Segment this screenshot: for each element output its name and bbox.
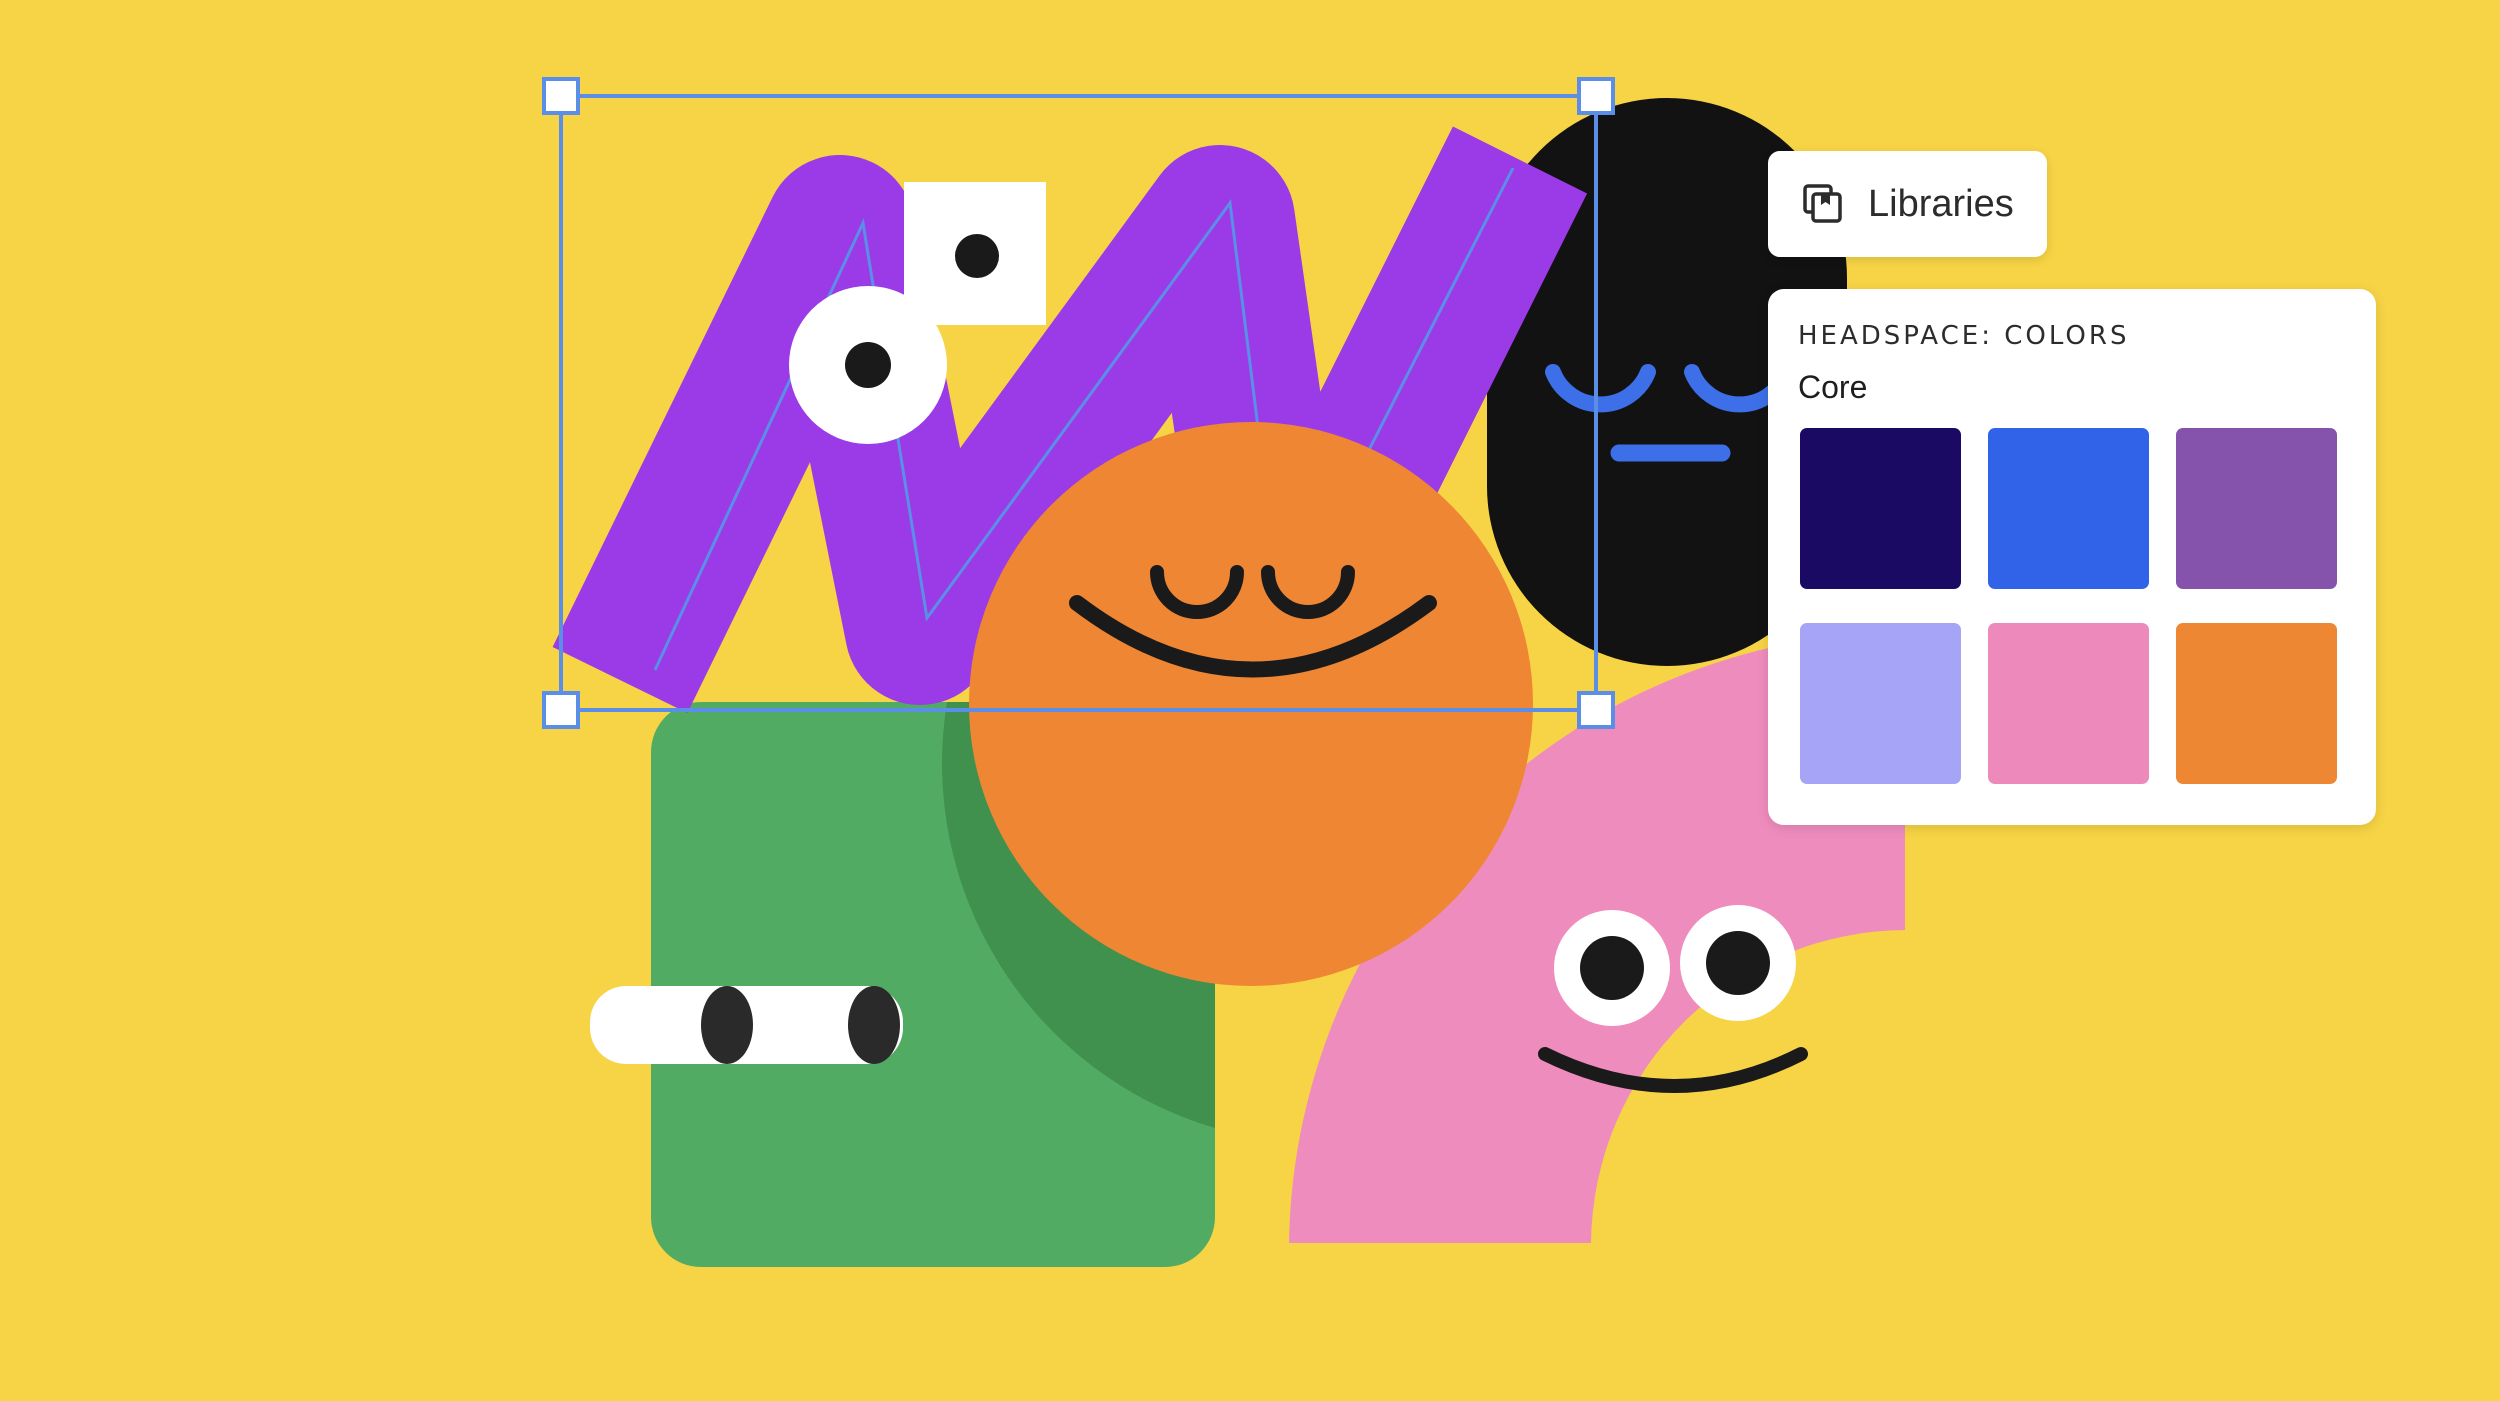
zigzag-round-pupil — [845, 342, 891, 388]
swatch-grid — [1800, 428, 2337, 784]
pink-left-pupil — [1580, 936, 1644, 1000]
color-swatch[interactable] — [1800, 623, 1961, 784]
color-group-label: Core — [1798, 369, 1868, 405]
zigzag-square-pupil — [955, 234, 999, 278]
color-swatch[interactable] — [1988, 623, 2149, 784]
resize-handle-top-left[interactable] — [542, 77, 580, 115]
panel-title: HEADSPACE: COLORS — [1798, 321, 2130, 351]
libraries-label: Libraries — [1868, 182, 2014, 225]
color-swatch[interactable] — [1988, 428, 2149, 589]
colors-panel: HEADSPACE: COLORS Core — [1768, 289, 2376, 825]
color-swatch[interactable] — [1800, 428, 1961, 589]
green-right-pupil — [848, 986, 900, 1064]
green-left-pupil — [701, 986, 753, 1064]
libraries-icon — [1803, 184, 1842, 223]
color-swatch[interactable] — [2176, 623, 2337, 784]
orange-circle-shape — [969, 422, 1533, 986]
resize-handle-top-right[interactable] — [1577, 77, 1615, 115]
resize-handle-bottom-left[interactable] — [542, 691, 580, 729]
color-swatch[interactable] — [2176, 428, 2337, 589]
orange-circle-character[interactable] — [969, 422, 1533, 986]
resize-handle-bottom-right[interactable] — [1577, 691, 1615, 729]
libraries-button[interactable]: Libraries — [1768, 151, 2047, 257]
pink-right-pupil — [1706, 931, 1770, 995]
